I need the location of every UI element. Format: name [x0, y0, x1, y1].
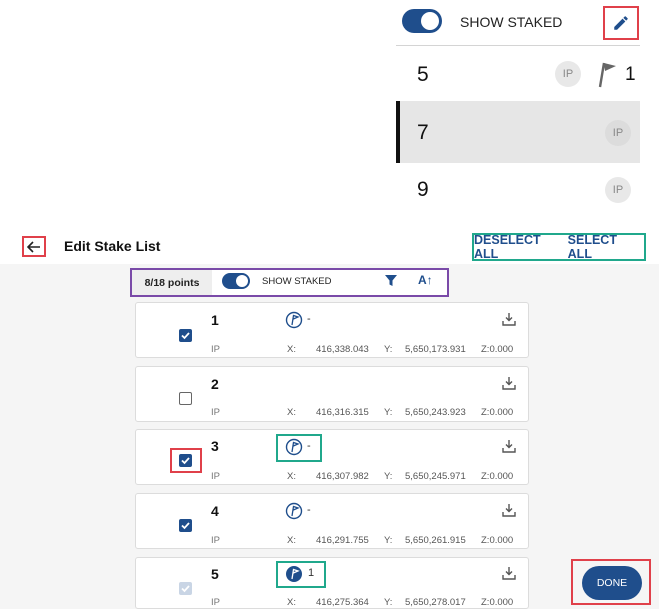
zoom-point-number: 7 [417, 121, 429, 144]
download-icon[interactable] [502, 312, 516, 326]
stake-status: - [307, 440, 311, 452]
page-title: Edit Stake List [64, 238, 161, 254]
arrow-left-icon [27, 240, 40, 253]
zoom-list-item-9[interactable] [396, 163, 640, 218]
stake-count: 1 [308, 567, 315, 579]
pencil-icon [614, 16, 628, 30]
point-checkbox-disabled [179, 582, 192, 595]
z-coordinate: Z:0.000 [481, 344, 514, 355]
stake-status: - [307, 313, 311, 325]
z-coordinate: Z:0.000 [481, 597, 514, 608]
y-coordinate: 5,650,243.923 [405, 407, 466, 418]
stake-flag-icon [598, 62, 616, 88]
zoom-point-number: 9 [417, 178, 429, 201]
download-icon[interactable] [502, 439, 516, 453]
stake-flag-outline-icon [285, 311, 303, 329]
edit-button[interactable] [603, 6, 639, 40]
sort-button[interactable]: A↑ [418, 273, 433, 287]
download-icon[interactable] [502, 376, 516, 390]
x-coordinate: 416,338.043 [316, 344, 369, 355]
y-label: Y: [384, 471, 393, 482]
zoom-point-number: 5 [417, 63, 429, 86]
z-coordinate: Z:0.000 [481, 535, 514, 546]
zoom-list-item-7-selected[interactable] [396, 101, 640, 163]
y-coordinate: 5,650,278.017 [405, 597, 466, 608]
z-coordinate: Z:0.000 [481, 407, 514, 418]
show-staked-label-zoomed: SHOW STAKED [460, 14, 563, 30]
x-coordinate: 416,316.315 [316, 407, 369, 418]
points-count: 8/18 points [132, 270, 212, 295]
point-type: IP [211, 344, 220, 355]
point-checkbox[interactable] [179, 329, 192, 342]
x-label: X: [287, 471, 296, 482]
y-label: Y: [384, 407, 393, 418]
x-coordinate: 416,307.982 [316, 471, 369, 482]
selection-indicator [396, 101, 400, 163]
ip-badge: IP [605, 177, 631, 203]
show-staked-toggle-zoomed[interactable] [402, 9, 442, 33]
check-icon [181, 585, 190, 593]
x-coordinate: 416,275.364 [316, 597, 369, 608]
stake-flag-outline-icon [285, 502, 303, 520]
ip-badge: IP [605, 120, 631, 146]
check-icon [181, 522, 190, 530]
x-coordinate: 416,291.755 [316, 535, 369, 546]
y-label: Y: [384, 535, 393, 546]
y-coordinate: 5,650,245.971 [405, 471, 466, 482]
point-number: 3 [211, 438, 219, 454]
staked-count: 1 [625, 64, 636, 85]
point-number: 1 [211, 312, 219, 328]
x-label: X: [287, 344, 296, 355]
point-type: IP [211, 471, 220, 482]
y-coordinate: 5,650,261.915 [405, 535, 466, 546]
stake-flag-outline-icon [285, 438, 303, 456]
x-label: X: [287, 535, 296, 546]
ip-badge: IP [555, 61, 581, 87]
toggle-knob [421, 12, 439, 30]
done-button[interactable]: DONE [582, 566, 642, 600]
point-type: IP [211, 597, 220, 608]
y-label: Y: [384, 344, 393, 355]
select-all-button[interactable]: SELECT ALL [568, 233, 644, 261]
show-staked-label: SHOW STAKED [262, 276, 332, 287]
y-label: Y: [384, 597, 393, 608]
stake-status: - [307, 504, 311, 516]
point-type: IP [211, 535, 220, 546]
download-icon[interactable] [502, 503, 516, 517]
back-button[interactable] [22, 236, 46, 257]
x-label: X: [287, 407, 296, 418]
point-checkbox[interactable] [179, 519, 192, 532]
download-icon[interactable] [502, 566, 516, 580]
deselect-all-button[interactable]: DESELECT ALL [474, 233, 568, 261]
check-icon [181, 332, 190, 340]
point-type: IP [211, 407, 220, 418]
point-checkbox[interactable] [179, 454, 192, 467]
point-number: 2 [211, 376, 219, 392]
point-number: 4 [211, 503, 219, 519]
x-label: X: [287, 597, 296, 608]
check-icon [181, 457, 190, 465]
point-number: 5 [211, 566, 219, 582]
bulk-actions: DESELECT ALL SELECT ALL [472, 233, 646, 261]
stake-flag-filled-icon [286, 566, 302, 582]
toggle-knob [236, 275, 248, 287]
filter-icon[interactable] [385, 275, 397, 287]
point-checkbox[interactable] [179, 392, 192, 405]
show-staked-toggle[interactable] [222, 273, 250, 289]
y-coordinate: 5,650,173.931 [405, 344, 466, 355]
z-coordinate: Z:0.000 [481, 471, 514, 482]
